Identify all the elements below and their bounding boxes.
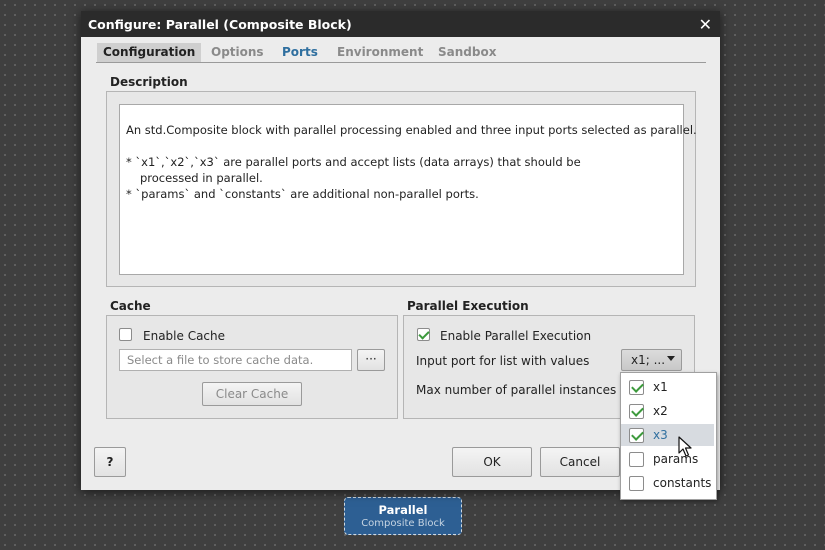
clear-cache-button[interactable]: Clear Cache	[202, 382, 302, 406]
parallel-execution-title: Parallel Execution	[407, 299, 529, 313]
browse-button[interactable]: ···	[357, 349, 385, 371]
menu-item-label: x1	[653, 380, 668, 394]
input-port-label: Input port for list with values	[416, 354, 590, 368]
input-port-dropdown[interactable]: x1; ...	[621, 349, 682, 371]
close-icon[interactable]: ✕	[699, 15, 712, 34]
input-port-dropdown-menu: x1 x2 x3 params constants	[620, 372, 717, 500]
menu-item-x2[interactable]: x2	[621, 400, 714, 422]
checkbox-x3[interactable]	[629, 428, 644, 443]
description-text-area[interactable]: An std.Composite block with parallel pro…	[119, 104, 697, 275]
menu-item-params[interactable]: params	[621, 448, 714, 470]
enable-parallel-label: Enable Parallel Execution	[440, 329, 592, 343]
dialog-title: Configure: Parallel (Composite Block)	[88, 17, 352, 32]
max-instances-label: Max number of parallel instances	[416, 383, 617, 397]
ok-button[interactable]: OK	[452, 447, 532, 477]
mouse-cursor-icon	[678, 436, 692, 457]
cancel-button[interactable]: Cancel	[540, 447, 620, 477]
chevron-down-icon	[667, 356, 675, 361]
menu-item-label: x2	[653, 404, 668, 418]
canvas-block-parallel[interactable]: Parallel Composite Block	[344, 497, 462, 535]
description-title: Description	[110, 75, 188, 89]
checkbox-x1[interactable]	[629, 380, 644, 395]
description-line: processed in parallel.	[140, 171, 263, 185]
menu-item-label: x3	[653, 428, 668, 442]
checkbox-x2[interactable]	[629, 404, 644, 419]
tab-environment[interactable]: Environment	[337, 43, 423, 62]
tab-bar: Configuration Options Ports Environment …	[96, 43, 706, 63]
description-line: * `x1`,`x2`,`x3` are parallel ports and …	[126, 155, 581, 169]
input-port-value: x1; ...	[631, 353, 666, 367]
menu-item-label: constants	[653, 476, 712, 490]
menu-item-x1[interactable]: x1	[621, 376, 714, 398]
tab-sandbox[interactable]: Sandbox	[438, 43, 496, 62]
help-button[interactable]: ?	[94, 447, 126, 477]
block-name: Parallel	[378, 503, 428, 517]
enable-cache-checkbox[interactable]	[119, 328, 132, 341]
menu-item-x3[interactable]: x3	[621, 424, 714, 446]
enable-cache-label: Enable Cache	[143, 329, 226, 343]
tab-options[interactable]: Options	[211, 43, 264, 62]
tab-ports[interactable]: Ports	[282, 43, 318, 62]
cache-file-input[interactable]: Select a file to store cache data.	[119, 349, 352, 371]
tab-configuration[interactable]: Configuration	[97, 43, 202, 62]
description-line: An std.Composite block with parallel pro…	[126, 123, 697, 137]
description-line: * `params` and `constants` are additiona…	[126, 187, 479, 201]
checkbox-constants[interactable]	[629, 476, 644, 491]
checkbox-params[interactable]	[629, 452, 644, 467]
enable-parallel-checkbox[interactable]	[417, 328, 430, 341]
cache-title: Cache	[110, 299, 151, 313]
block-type: Composite Block	[361, 518, 445, 529]
dialog-titlebar[interactable]: Configure: Parallel (Composite Block) ✕	[81, 11, 720, 37]
menu-item-constants[interactable]: constants	[621, 472, 714, 494]
